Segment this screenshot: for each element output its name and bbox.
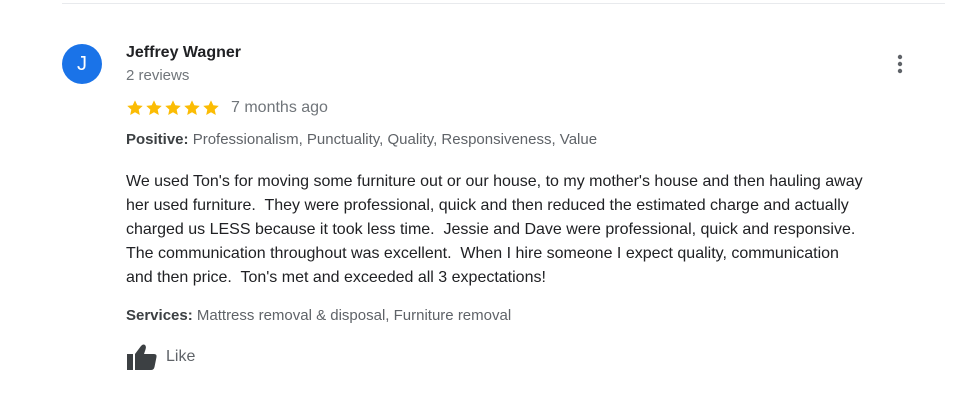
star-icon (146, 100, 162, 115)
services-attributes: Services: Mattress removal & disposal, F… (126, 307, 511, 324)
review-text-line: The communication throughout was excelle… (126, 245, 839, 262)
review-date: 7 months ago (231, 99, 328, 116)
review-text: We used Ton's for moving some furniture … (126, 170, 946, 290)
more-options-button[interactable] (890, 52, 910, 76)
review-text-line: her used furniture. They were profession… (126, 197, 849, 214)
avatar[interactable]: J (62, 44, 102, 84)
review-text-line: charged us LESS because it took less tim… (126, 221, 856, 238)
like-button[interactable]: Like (126, 343, 195, 371)
positive-attributes: Positive: Professionalism, Punctuality, … (126, 131, 597, 148)
reviewer-name[interactable]: Jeffrey Wagner (126, 44, 241, 62)
review-text-line: and then price. Ton's met and exceeded a… (126, 269, 546, 286)
rating-row: 7 months ago (126, 97, 328, 119)
positive-values: Professionalism, Punctuality, Quality, R… (192, 131, 598, 148)
reviewer-review-count[interactable]: 2 reviews (126, 67, 189, 84)
avatar-letter: J (77, 52, 87, 75)
services-label: Services: (126, 307, 193, 324)
thumbs-up-icon (127, 344, 157, 370)
like-label: Like (166, 348, 196, 365)
star-icon (203, 100, 219, 115)
star-icon (184, 100, 200, 115)
services-values: Mattress removal & disposal, Furniture r… (196, 307, 512, 324)
star-icon (165, 100, 181, 115)
more-vert-icon (897, 54, 903, 74)
review-text-line: We used Ton's for moving some furniture … (126, 173, 863, 190)
star-rating (126, 99, 221, 117)
divider (62, 3, 945, 4)
star-icon (127, 100, 143, 115)
positive-label: Positive: (126, 131, 189, 148)
